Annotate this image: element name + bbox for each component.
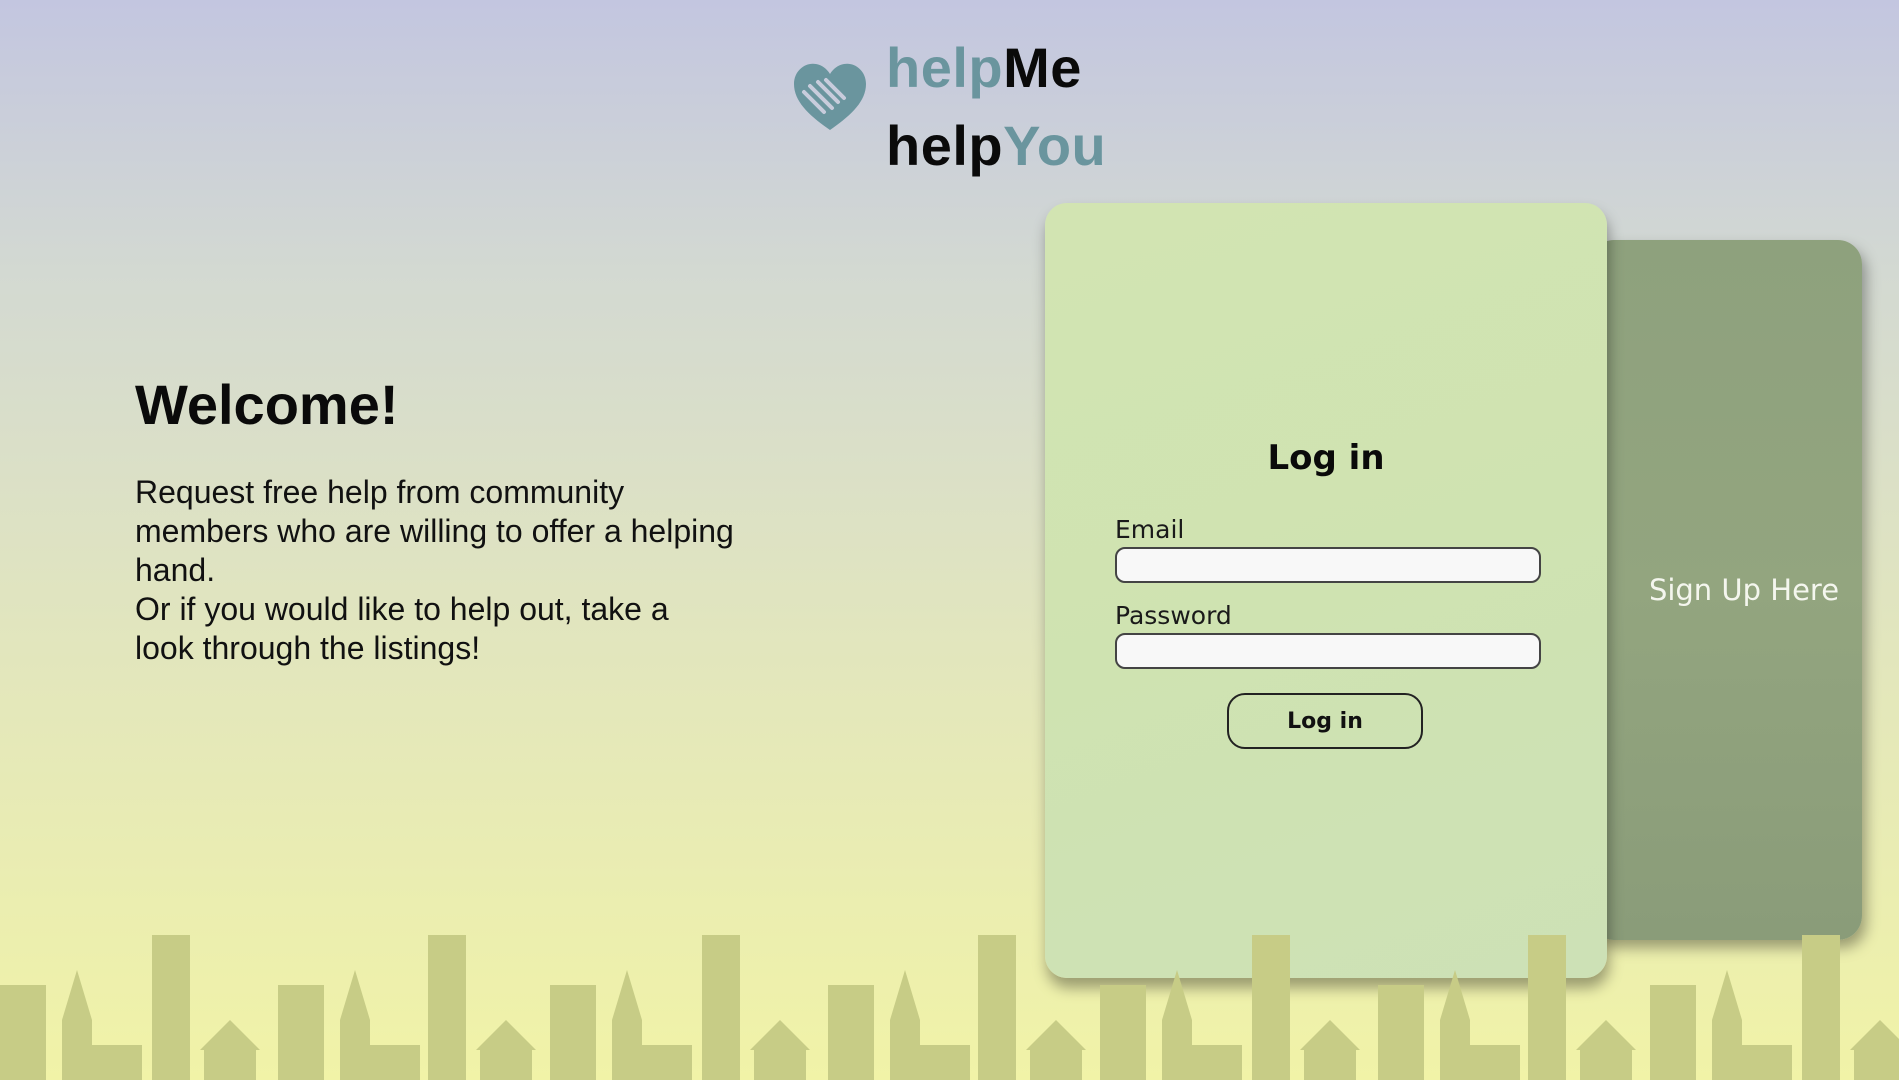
password-label: Password bbox=[1115, 601, 1232, 630]
welcome-heading: Welcome! bbox=[135, 373, 399, 436]
login-card: Log in Email Password Log in bbox=[1045, 203, 1607, 978]
logo-you: You bbox=[1003, 114, 1107, 177]
email-label: Email bbox=[1115, 515, 1185, 544]
logo-help-1: help bbox=[886, 36, 1004, 99]
login-title: Log in bbox=[1267, 438, 1385, 478]
logo-me: Me bbox=[1003, 36, 1082, 99]
handshake-heart-icon bbox=[794, 63, 866, 130]
welcome-section: Welcome! Request free help from communit… bbox=[135, 372, 735, 668]
logo-text-line2: helpYou bbox=[886, 118, 1106, 174]
app-logo: helpMe helpYou bbox=[790, 30, 1150, 180]
logo-text-line1: helpMe bbox=[886, 40, 1082, 96]
signup-label[interactable]: Sign Up Here bbox=[1649, 573, 1839, 607]
login-button[interactable]: Log in bbox=[1227, 693, 1423, 749]
welcome-line-1: Request free help from community members… bbox=[135, 474, 734, 588]
logo-help-2: help bbox=[886, 114, 1004, 177]
signup-card[interactable]: Sign Up Here bbox=[1590, 240, 1862, 940]
city-skyline-illustration bbox=[0, 935, 1899, 1080]
welcome-description: Request free help from community members… bbox=[135, 473, 735, 668]
email-field[interactable] bbox=[1115, 547, 1541, 583]
password-field[interactable] bbox=[1115, 633, 1541, 669]
welcome-line-2: Or if you would like to help out, take a… bbox=[135, 591, 669, 666]
